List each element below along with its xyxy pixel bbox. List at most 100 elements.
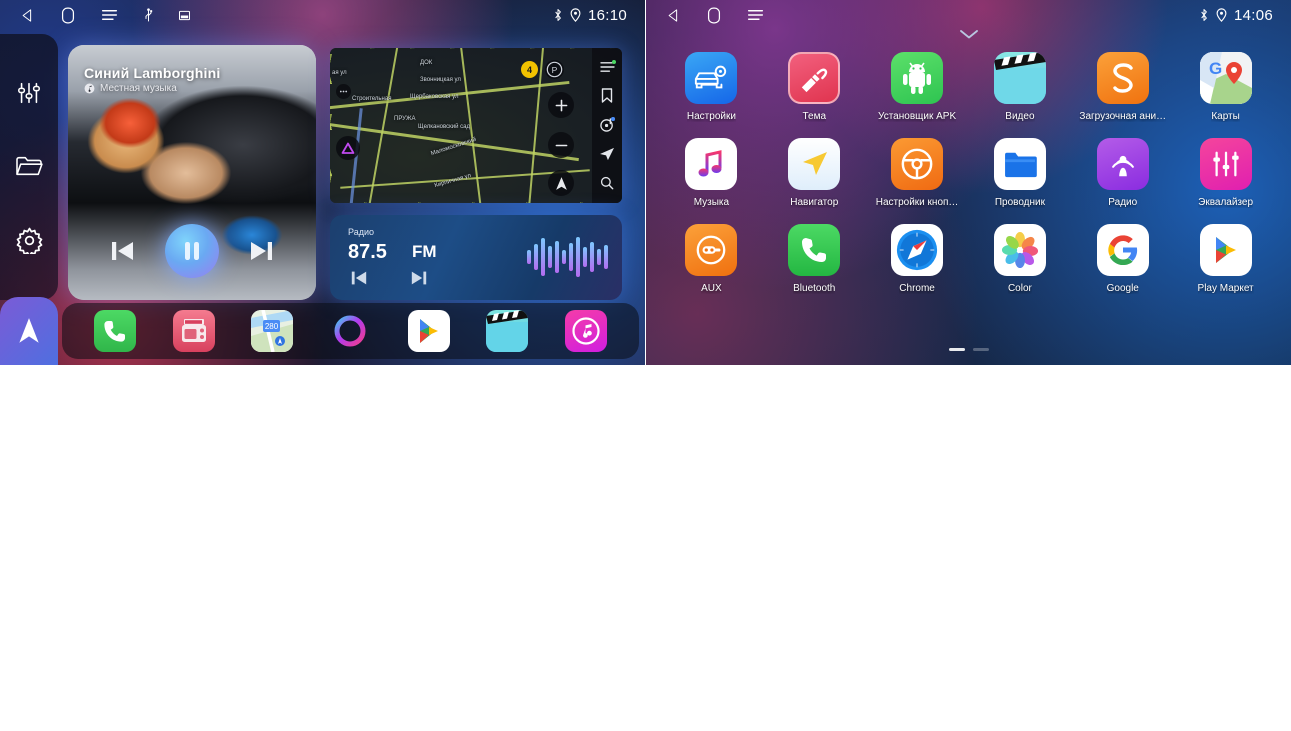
app-label: Проводник (994, 197, 1045, 208)
radio-label: Радио (348, 227, 374, 237)
back-icon[interactable] (666, 8, 681, 23)
home-icon[interactable] (707, 7, 721, 24)
next-station-icon[interactable] (410, 270, 428, 286)
chevron-down-icon (959, 30, 978, 39)
next-track-icon[interactable] (249, 239, 275, 263)
page-indicator[interactable] (646, 348, 1291, 351)
map-widget[interactable]: ая ул ДОК Звонницкая ул Щербаковская ул … (330, 48, 622, 203)
app-item-steering-buttons[interactable]: Настройки кноп… (866, 138, 969, 208)
pause-button[interactable] (165, 224, 219, 278)
folder-icon (993, 138, 1046, 190)
maps-app-icon[interactable]: 280 (251, 310, 294, 352)
menu-icon[interactable] (599, 60, 616, 73)
location-icon (1216, 8, 1227, 22)
map-label: Щелкановский сад (418, 124, 470, 130)
paint-brush-icon (788, 52, 841, 104)
equalizer-icon[interactable] (16, 80, 42, 106)
app-label: Установщик APK (878, 111, 957, 122)
color-flower-icon (993, 224, 1046, 276)
svg-text:G: G (1209, 59, 1222, 78)
app-item-radio[interactable]: Радио (1071, 138, 1174, 208)
bluetooth-icon (553, 8, 563, 22)
traffic-badge[interactable]: 4 (521, 61, 538, 78)
menu-icon[interactable] (101, 8, 118, 22)
status-bar-apps: 14:06 (646, 0, 1291, 30)
music-note-icon (685, 138, 738, 190)
home-icon[interactable] (61, 7, 75, 24)
google-maps-icon: G (1199, 52, 1252, 104)
gear-icon[interactable] (16, 227, 43, 254)
boot-animation-icon (1096, 52, 1149, 104)
alice-icon[interactable] (336, 136, 360, 160)
play-store-app-icon[interactable] (407, 310, 450, 352)
app-item-chrome[interactable]: Chrome (866, 224, 969, 294)
app-item-equalizer[interactable]: Эквалайзер (1174, 138, 1277, 208)
previous-track-icon[interactable] (109, 239, 135, 263)
zoom-out-icon[interactable] (548, 132, 574, 158)
compass-icon[interactable] (548, 170, 574, 196)
app-item-file-explorer[interactable]: Проводник (969, 138, 1072, 208)
app-item-music[interactable]: Музыка (660, 138, 763, 208)
navigation-arrow-icon (16, 316, 42, 346)
speech-bubble-icon[interactable] (336, 84, 351, 99)
voice-assistant-icon[interactable] (329, 310, 371, 352)
status-time: 14:06 (1233, 6, 1273, 24)
app-item-color[interactable]: Color (969, 224, 1072, 294)
menu-icon[interactable] (747, 8, 764, 22)
music-disc-icon[interactable] (599, 117, 615, 133)
back-icon[interactable] (20, 8, 35, 23)
app-item-video[interactable]: Видео (969, 52, 1072, 122)
radio-app-icon[interactable] (172, 310, 215, 352)
search-icon[interactable] (600, 176, 614, 190)
collage-divider-h (0, 366, 1291, 731)
app-item-boot-animation[interactable]: Загрузочная ани… (1071, 52, 1174, 122)
map-label: Звонницкая ул (420, 77, 461, 83)
page-dot-1[interactable] (948, 348, 965, 351)
folder-icon[interactable] (15, 154, 43, 178)
aux-plug-icon (685, 224, 738, 276)
bookmark-icon[interactable] (601, 88, 613, 103)
phone-app-icon[interactable] (94, 310, 137, 352)
map-label: ПРУЖА (394, 116, 416, 122)
app-label: Эквалайзер (1198, 197, 1254, 208)
app-item-bluetooth-phone[interactable]: Bluetooth (763, 224, 866, 294)
app-item-settings[interactable]: Настройки (660, 52, 763, 122)
app-label: Color (1007, 283, 1032, 294)
sidebar-item-navigation[interactable] (0, 297, 58, 365)
previous-station-icon[interactable] (350, 270, 368, 286)
pull-down-handle[interactable] (646, 30, 1291, 39)
app-label: Видео (1005, 111, 1035, 122)
page-dot-2[interactable] (972, 348, 989, 351)
parking-icon[interactable]: P (545, 60, 564, 79)
app-item-play-market[interactable]: Play Маркет (1174, 224, 1277, 294)
app-label: Настройки (686, 111, 736, 122)
app-item-aux[interactable]: AUX (660, 224, 763, 294)
video-app-icon[interactable] (486, 310, 529, 352)
app-item-google[interactable]: Google (1071, 224, 1174, 294)
app-label: Тема (802, 111, 827, 122)
svg-text:280: 280 (265, 322, 279, 331)
google-g-icon (1096, 224, 1149, 276)
media-player-card[interactable]: Синий Lamborghini Местная музыка (68, 45, 316, 300)
status-time: 16:10 (587, 6, 627, 24)
android-icon (891, 52, 944, 104)
app-item-theme[interactable]: Тема (763, 52, 866, 122)
zoom-in-icon[interactable] (548, 92, 574, 118)
app-item-maps[interactable]: G Карты (1174, 52, 1277, 122)
map-control-rail (592, 48, 622, 203)
play-store-icon (1199, 224, 1252, 276)
music-app-icon[interactable] (564, 310, 607, 352)
bluetooth-icon (1199, 8, 1209, 22)
app-grid: Настройки Тема Установщик APK Видео Загр… (660, 52, 1277, 294)
map-label: ДОК (420, 60, 433, 66)
radio-band: FM (412, 242, 437, 261)
radio-widget[interactable]: Радио 87.5 FM (330, 215, 622, 300)
screenshot-collage: 16:10 Синий Lamborghini Местная музыка а… (0, 0, 1291, 731)
app-label: Chrome (899, 283, 935, 294)
app-label: Google (1106, 283, 1139, 294)
app-item-apk-installer[interactable]: Установщик APK (866, 52, 969, 122)
screen-home: 16:10 Синий Lamborghini Местная музыка а… (0, 0, 645, 365)
status-bar-home: 16:10 (0, 0, 645, 30)
navigate-icon[interactable] (599, 147, 615, 161)
app-item-navigator[interactable]: Навигатор (763, 138, 866, 208)
